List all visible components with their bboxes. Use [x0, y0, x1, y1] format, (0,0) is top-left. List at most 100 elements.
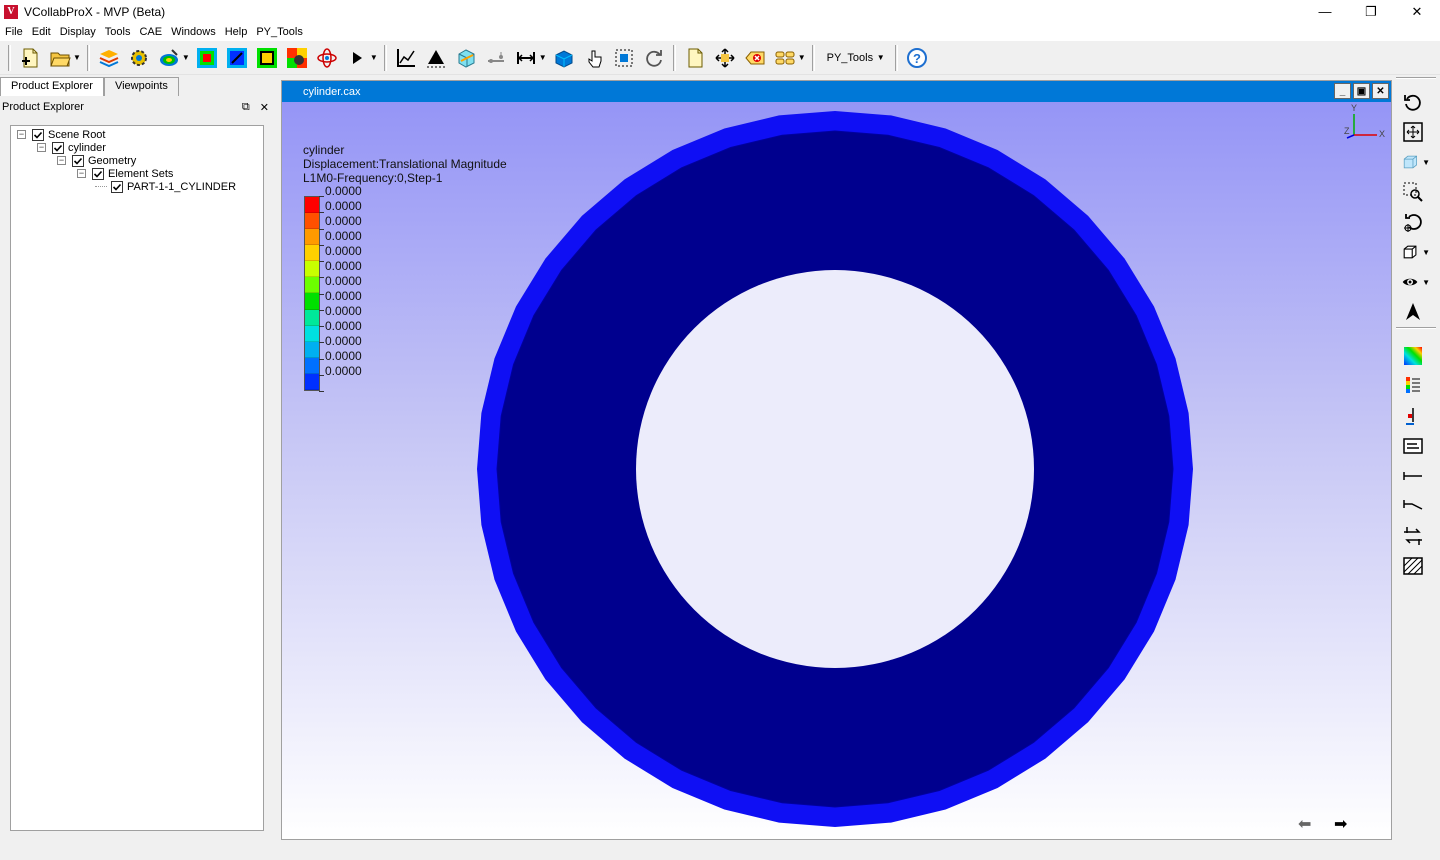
- viewport-close-button[interactable]: ✕: [1372, 83, 1389, 99]
- layers-icon[interactable]: [96, 45, 122, 71]
- chevron-down-icon[interactable]: ▼: [539, 53, 547, 62]
- xy-plot-icon[interactable]: [393, 45, 419, 71]
- chevron-down-icon[interactable]: ▼: [370, 53, 378, 62]
- legend-tick: [319, 212, 324, 214]
- tree-item[interactable]: − Geometry: [57, 154, 136, 167]
- tree-item[interactable]: PART-1-1_CYLINDER: [95, 180, 236, 193]
- panel-title: Product Explorer: [2, 101, 84, 113]
- text-annotation-icon[interactable]: [1398, 433, 1430, 459]
- menu-cae[interactable]: CAE: [135, 26, 166, 38]
- feature-edge-icon[interactable]: [254, 45, 280, 71]
- settings-gear-icon[interactable]: [126, 45, 152, 71]
- fringe-plot-icon[interactable]: [194, 45, 220, 71]
- legend-color-bar[interactable]: [304, 196, 320, 391]
- tree-collapse-toggle[interactable]: −: [17, 130, 26, 139]
- legend-color-swatch: [305, 293, 319, 310]
- probe-icon[interactable]: [423, 45, 449, 71]
- tree-item[interactable]: − Element Sets: [77, 167, 173, 180]
- visibility-eye-icon[interactable]: ▼: [1398, 269, 1430, 295]
- help-icon[interactable]: ?: [904, 45, 930, 71]
- py-tools-dropdown[interactable]: PY_Tools ▼: [819, 47, 891, 69]
- tree-item-checkbox[interactable]: [72, 154, 84, 167]
- maximize-button[interactable]: ❐: [1348, 0, 1394, 23]
- minimize-button[interactable]: —: [1302, 0, 1348, 23]
- chevron-down-icon[interactable]: ▼: [798, 53, 806, 62]
- delete-icon[interactable]: [742, 45, 768, 71]
- probe-label-icon[interactable]: [1398, 403, 1430, 429]
- contour-icon[interactable]: [156, 45, 182, 71]
- window-titlebar: V VCollabProX - MVP (Beta) — ❐ ✕: [0, 0, 1440, 23]
- chevron-down-icon[interactable]: ▼: [1422, 278, 1430, 287]
- viewport-minimize-button[interactable]: _: [1334, 83, 1351, 99]
- menu-bar: File Edit Display Tools CAE Windows Help…: [0, 23, 1440, 41]
- chevron-down-icon[interactable]: ▼: [1422, 248, 1430, 257]
- document-icon[interactable]: [682, 45, 708, 71]
- box-view-icon[interactable]: ▼: [1398, 239, 1430, 265]
- tree-collapse-toggle[interactable]: −: [37, 143, 46, 152]
- tree-collapse-toggle[interactable]: −: [77, 169, 86, 178]
- legend-value: 0.0000: [325, 259, 362, 273]
- tree-item-checkbox[interactable]: [111, 180, 123, 193]
- navigate-arrow-icon[interactable]: [1398, 299, 1430, 325]
- atom-icon[interactable]: [314, 45, 340, 71]
- tree-item-checkbox[interactable]: [52, 141, 64, 154]
- tab-product-explorer[interactable]: Product Explorer: [0, 77, 104, 96]
- measure-icon[interactable]: [483, 45, 509, 71]
- pick-icon[interactable]: [581, 45, 607, 71]
- menu-windows[interactable]: Windows: [167, 26, 220, 38]
- tree-collapse-toggle[interactable]: −: [57, 156, 66, 165]
- close-panel-button[interactable]: ✕: [260, 101, 269, 114]
- rotate-icon[interactable]: [1398, 89, 1430, 115]
- tree-item-checkbox[interactable]: [32, 128, 44, 141]
- zoom-region-icon[interactable]: [1398, 179, 1430, 205]
- tree-item[interactable]: − cylinder: [37, 141, 106, 154]
- legend-tick: [319, 326, 324, 327]
- menu-py-tools[interactable]: PY_Tools: [252, 26, 306, 38]
- chevron-down-icon[interactable]: ▼: [1422, 158, 1430, 167]
- dimension-icon[interactable]: [513, 45, 539, 71]
- play-icon[interactable]: [344, 45, 370, 71]
- transform-icon[interactable]: [551, 45, 577, 71]
- legend-tick: [319, 309, 324, 311]
- menu-tools[interactable]: Tools: [101, 26, 135, 38]
- tree-item-label: cylinder: [68, 141, 106, 154]
- distance-icon[interactable]: [1398, 463, 1430, 489]
- legend-tick: [319, 358, 324, 360]
- previous-view-arrow-icon[interactable]: ⬅: [1298, 814, 1311, 834]
- move-icon[interactable]: [712, 45, 738, 71]
- legend-tick: [319, 277, 324, 279]
- tree-item-checkbox[interactable]: [92, 167, 104, 180]
- iso-surface-icon[interactable]: [224, 45, 250, 71]
- menu-file[interactable]: File: [1, 26, 27, 38]
- viewport-maximize-button[interactable]: ▣: [1353, 83, 1370, 99]
- refresh-icon[interactable]: [641, 45, 667, 71]
- legend-value: 0.0000: [325, 364, 362, 378]
- viewport-canvas[interactable]: Y Z X cylinder Displacement:Translationa…: [282, 102, 1391, 839]
- group-icon[interactable]: [772, 45, 798, 71]
- tree-item[interactable]: − Scene Root: [17, 128, 105, 141]
- menu-edit[interactable]: Edit: [28, 26, 55, 38]
- tab-viewpoints[interactable]: Viewpoints: [103, 77, 179, 96]
- chevron-down-icon[interactable]: ▼: [73, 53, 81, 62]
- hatch-icon[interactable]: [1398, 553, 1430, 579]
- next-view-arrow-icon[interactable]: ➡: [1334, 814, 1347, 834]
- animation-settings-icon[interactable]: [284, 45, 310, 71]
- legend-settings-icon[interactable]: [1398, 373, 1430, 399]
- open-folder-icon[interactable]: [47, 45, 73, 71]
- left-panel-tabs: Product Explorer Viewpoints: [0, 77, 280, 96]
- transform-arrows-icon[interactable]: [1398, 523, 1430, 549]
- close-button[interactable]: ✕: [1394, 0, 1440, 23]
- select-box-icon[interactable]: [611, 45, 637, 71]
- menu-help[interactable]: Help: [221, 26, 252, 38]
- section-cube-icon[interactable]: [453, 45, 479, 71]
- color-legend-icon[interactable]: [1398, 343, 1430, 369]
- pivot-rotate-icon[interactable]: [1398, 209, 1430, 235]
- new-file-icon[interactable]: [17, 45, 43, 71]
- legend-tick: [319, 342, 324, 344]
- view-cube-icon[interactable]: ▼: [1398, 149, 1430, 175]
- fit-view-icon[interactable]: [1398, 119, 1430, 145]
- menu-display[interactable]: Display: [56, 26, 100, 38]
- chevron-down-icon[interactable]: ▼: [182, 53, 190, 62]
- float-panel-button[interactable]: ⧉: [242, 101, 250, 114]
- angle-icon[interactable]: [1398, 493, 1430, 519]
